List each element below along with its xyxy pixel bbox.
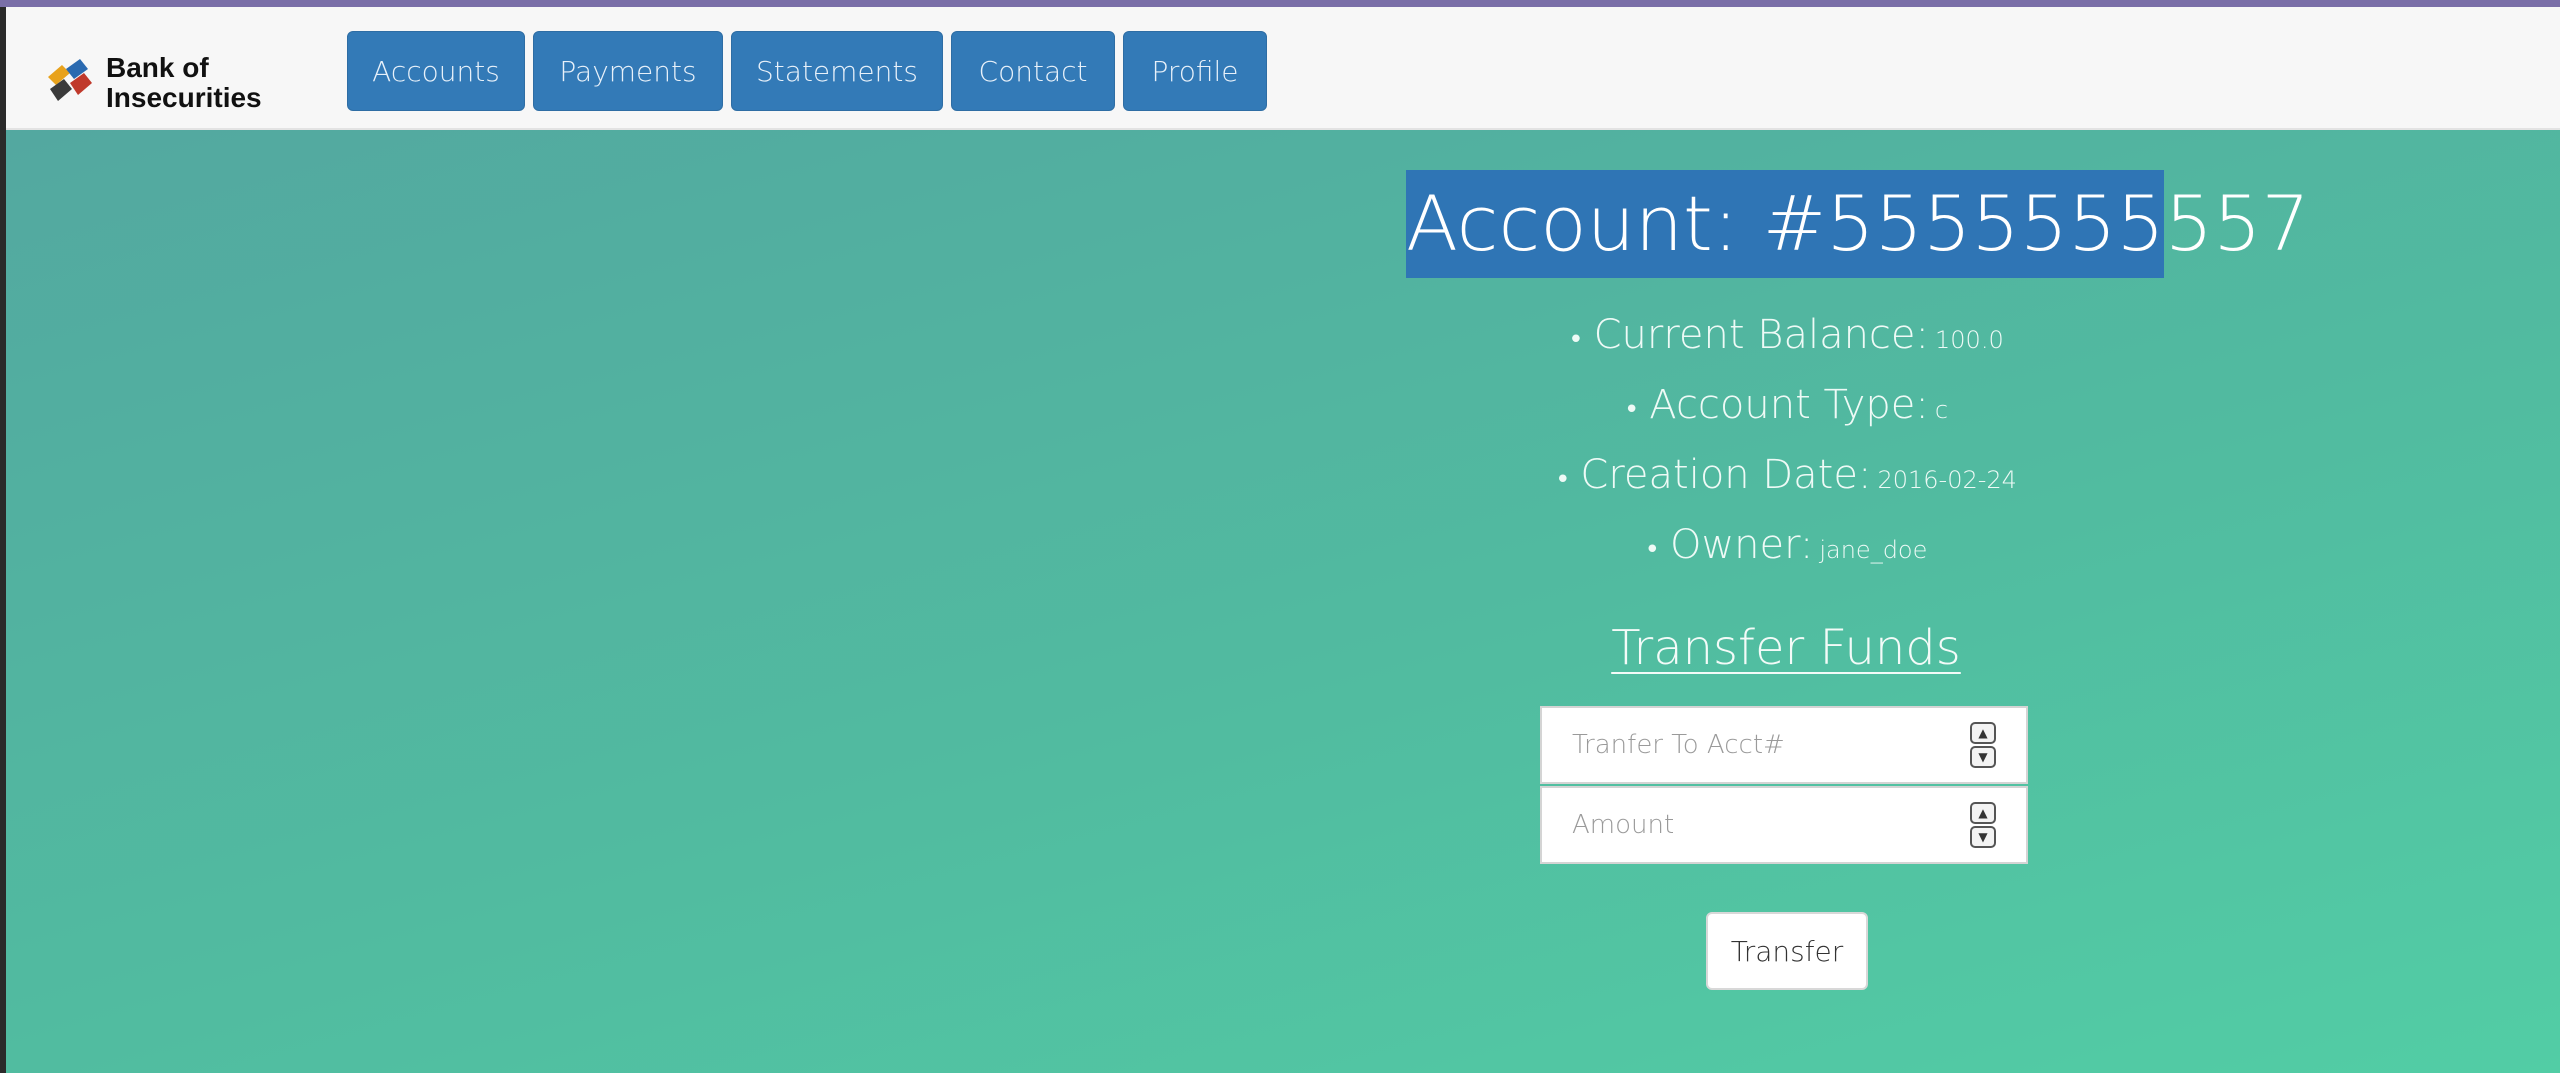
spinner-up-icon[interactable]: ▲	[1970, 722, 1996, 744]
detail-value: c	[1934, 396, 1949, 424]
brand-name-line1: Bank of	[106, 52, 209, 83]
transfer-to-account-input[interactable]	[1570, 714, 1944, 776]
spinner-down-icon[interactable]: ▼	[1970, 746, 1996, 768]
detail-current-balance: • Current Balance: 100.0	[1186, 300, 2386, 370]
detail-account-type: • Account Type: c	[1186, 370, 2386, 440]
bullet-icon: •	[1555, 465, 1571, 495]
brand[interactable]: Bank of Insecurities	[40, 53, 262, 113]
bank-logo-icon	[48, 59, 92, 101]
detail-label: Owner:	[1669, 522, 1814, 568]
nav-contact-button[interactable]: Contact	[951, 31, 1115, 111]
detail-creation-date: • Creation Date: 2016-02-24	[1186, 440, 2386, 510]
transfer-funds-heading: Transfer Funds	[1611, 620, 1961, 676]
detail-value: 100.0	[1935, 326, 2004, 354]
nav-accounts-button[interactable]: Accounts	[347, 31, 525, 111]
bullet-icon: •	[1644, 535, 1660, 565]
bullet-icon: •	[1568, 325, 1584, 355]
nav-statements-button[interactable]: Statements	[731, 31, 943, 111]
to-account-spinner[interactable]: ▲ ▼	[1970, 722, 1996, 768]
transfer-button[interactable]: Transfer	[1706, 912, 1868, 990]
amount-spinner[interactable]: ▲ ▼	[1970, 802, 1996, 848]
amount-field[interactable]: ▲ ▼	[1540, 786, 2028, 864]
detail-value: jane_doe	[1819, 536, 1928, 564]
transfer-to-account-field[interactable]: ▲ ▼	[1540, 706, 2028, 784]
bullet-icon: •	[1623, 395, 1640, 425]
brand-name: Bank of Insecurities	[106, 53, 262, 113]
amount-input[interactable]	[1570, 794, 1944, 856]
detail-owner: • Owner: jane_doe	[1186, 510, 2386, 580]
detail-label: Creation Date:	[1580, 452, 1872, 498]
nav-payments-button[interactable]: Payments	[533, 31, 723, 111]
nav-profile-button[interactable]: Profile	[1123, 31, 1267, 111]
spinner-up-icon[interactable]: ▲	[1970, 802, 1996, 824]
brand-name-line2: Insecurities	[106, 82, 262, 113]
spinner-down-icon[interactable]: ▼	[1970, 826, 1996, 848]
account-title: Account: #5555555557	[1406, 170, 2310, 278]
window-top-border	[0, 0, 2560, 7]
navbar: Bank of Insecurities Accounts Payments S…	[6, 7, 2560, 130]
account-details-list: • Current Balance: 100.0 • Account Type: c •…	[1186, 300, 2386, 580]
main-content: Account: #5555555557 • Current Balance: 10…	[6, 130, 2560, 1073]
detail-label: Current Balance:	[1593, 312, 1930, 358]
detail-label: Account Type:	[1649, 382, 1929, 428]
detail-value: 2016-02-24	[1877, 466, 2017, 494]
